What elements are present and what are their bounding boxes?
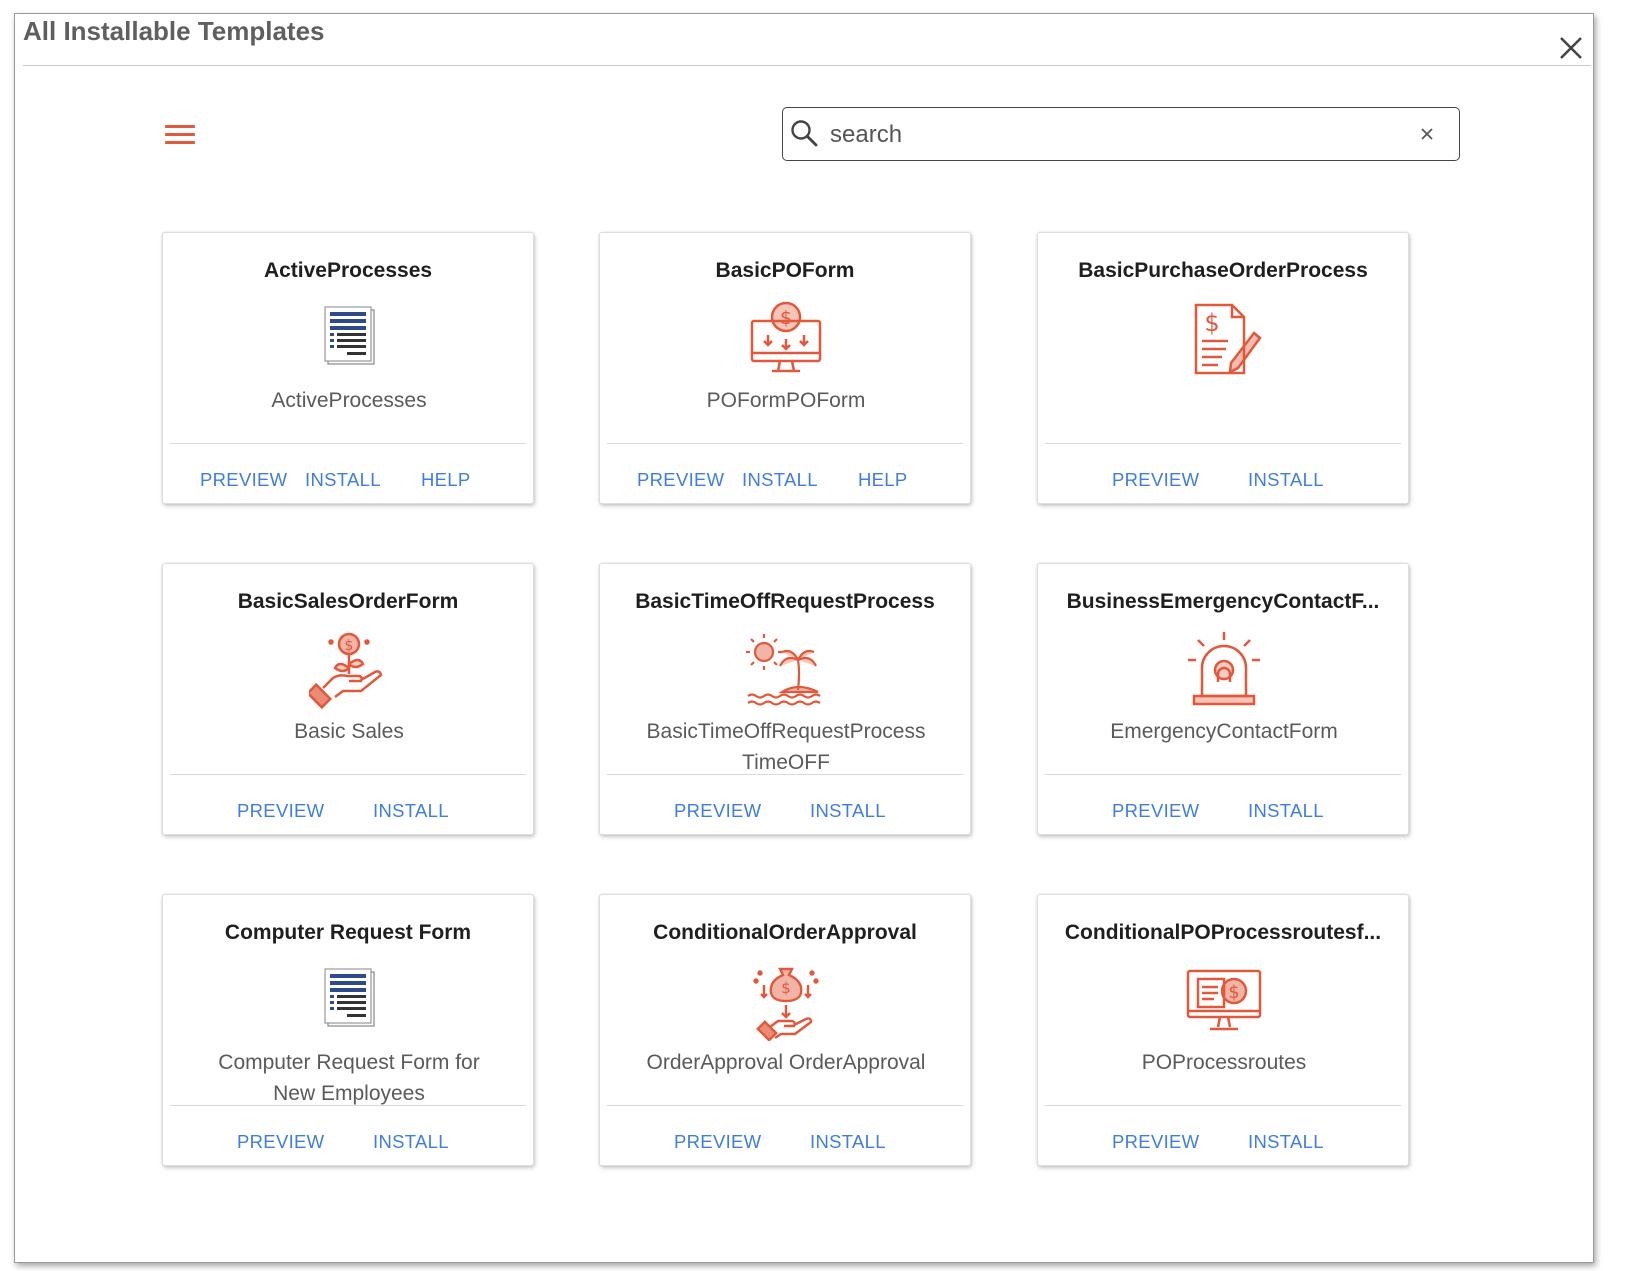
card-title: ConditionalOrderApproval (653, 921, 917, 944)
card-title: BusinessEmergencyContactF... (1066, 590, 1380, 613)
template-card: BasicPOForm $ POFormPOForm PREVIEW INSTALL… (599, 232, 971, 504)
card-divider (170, 1105, 526, 1106)
preview-button[interactable]: PREVIEW (1112, 800, 1199, 822)
invoice-pen-icon: $ (1184, 299, 1264, 379)
document-list-icon (309, 299, 389, 379)
preview-button[interactable]: PREVIEW (674, 1131, 761, 1153)
search-icon (791, 120, 818, 147)
card-description: ActiveProcesses (183, 385, 515, 416)
card-description: OrderApproval OrderApproval (620, 1047, 952, 1078)
money-bag-hand-icon: $ (746, 961, 826, 1042)
install-button[interactable]: INSTALL (305, 469, 381, 491)
template-card: BasicTimeOffRequestProcess BasicTimeOffR… (599, 563, 971, 835)
card-title: ConditionalPOProcessroutesf... (1064, 921, 1382, 944)
template-card: ActiveProcesses ActiveProcesses PREVIEW IN… (162, 232, 534, 504)
preview-button[interactable]: PREVIEW (1112, 469, 1199, 491)
card-description: POProcessroutes (1058, 1047, 1390, 1078)
card-divider (607, 774, 963, 775)
monitor-invoice-icon: $ (1184, 961, 1264, 1041)
card-description-line: POProcessroutes (1141, 1051, 1307, 1074)
install-button[interactable]: INSTALL (1248, 1131, 1324, 1153)
card-title: BasicTimeOffRequestProcess (635, 590, 935, 613)
svg-text:$: $ (1228, 982, 1239, 1003)
template-card: ConditionalPOProcessroutesf... $ POProce… (1037, 894, 1409, 1166)
card-divider (1045, 1105, 1401, 1106)
install-button[interactable]: INSTALL (373, 800, 449, 822)
preview-button[interactable]: PREVIEW (237, 1131, 324, 1153)
preview-button[interactable]: PREVIEW (637, 469, 724, 491)
card-title: ActiveProcesses (263, 259, 433, 282)
card-description-line: POFormPOForm (706, 389, 866, 412)
svg-text:$: $ (780, 307, 792, 329)
template-card: Computer Request Form Computer Request F… (162, 894, 534, 1166)
card-divider (170, 774, 526, 775)
card-divider (607, 1105, 963, 1106)
title-divider (23, 65, 1591, 66)
svg-text:$: $ (345, 638, 354, 654)
template-card: BusinessEmergencyContactF... EmergencyCo… (1037, 563, 1409, 835)
template-card: BasicPurchaseOrderProcess $ PREVIEW INSTA… (1037, 232, 1409, 504)
close-icon (1560, 37, 1582, 59)
templates-dialog: All Installable Templates ActiveProcesse… (14, 13, 1594, 1263)
monitor-dollar-icon: $ (746, 299, 826, 379)
alarm-siren-icon (1184, 630, 1264, 710)
svg-text:$: $ (781, 979, 791, 997)
dialog-title: All Installable Templates (23, 16, 325, 46)
preview-button[interactable]: PREVIEW (200, 469, 287, 491)
card-divider (607, 443, 963, 444)
template-card: BasicSalesOrderForm $ Basic Sales PREVIEW… (162, 563, 534, 835)
help-button[interactable]: HELP (421, 469, 471, 491)
card-divider (1045, 774, 1401, 775)
hand-coin-plant-icon: $ (305, 630, 389, 710)
card-title: BasicSalesOrderForm (237, 590, 459, 613)
island-sun-icon (746, 630, 826, 710)
clear-search-icon[interactable] (1419, 126, 1435, 142)
install-button[interactable]: INSTALL (373, 1131, 449, 1153)
close-button[interactable] (1555, 32, 1587, 64)
card-description-line: BasicTimeOffRequestProcess (646, 720, 926, 743)
card-divider (170, 443, 526, 444)
card-description-line: OrderApproval OrderApproval (646, 1051, 926, 1074)
card-description-line: ActiveProcesses (271, 389, 427, 412)
card-description-line: Basic Sales (294, 720, 404, 743)
card-title: BasicPOForm (715, 259, 855, 282)
svg-text:$: $ (1204, 309, 1219, 337)
template-card: ConditionalOrderApproval $ OrderApproval… (599, 894, 971, 1166)
document-list-icon (309, 961, 389, 1041)
help-button[interactable]: HELP (858, 469, 908, 491)
install-button[interactable]: INSTALL (1248, 800, 1324, 822)
install-button[interactable]: INSTALL (1248, 469, 1324, 491)
preview-button[interactable]: PREVIEW (237, 800, 324, 822)
card-title: Computer Request Form (224, 921, 472, 944)
card-divider (1045, 443, 1401, 444)
hamburger-menu-button[interactable] (165, 125, 195, 147)
install-button[interactable]: INSTALL (810, 800, 886, 822)
card-title: BasicPurchaseOrderProcess (1078, 259, 1368, 282)
install-button[interactable]: INSTALL (742, 469, 818, 491)
preview-button[interactable]: PREVIEW (674, 800, 761, 822)
card-description: POFormPOForm (620, 385, 952, 416)
install-button[interactable]: INSTALL (810, 1131, 886, 1153)
preview-button[interactable]: PREVIEW (1112, 1131, 1199, 1153)
card-description-line: Computer Request Form for (218, 1051, 480, 1074)
card-description: Basic Sales (183, 716, 515, 747)
search-input[interactable] (828, 116, 1402, 154)
card-description: BasicTimeOffRequestProcess TimeOFF (620, 716, 952, 778)
card-description: Computer Request Form for New Employees (183, 1047, 515, 1109)
card-description: EmergencyContactForm (1058, 716, 1390, 747)
card-description-line: EmergencyContactForm (1110, 720, 1338, 743)
search-field[interactable] (782, 107, 1460, 161)
